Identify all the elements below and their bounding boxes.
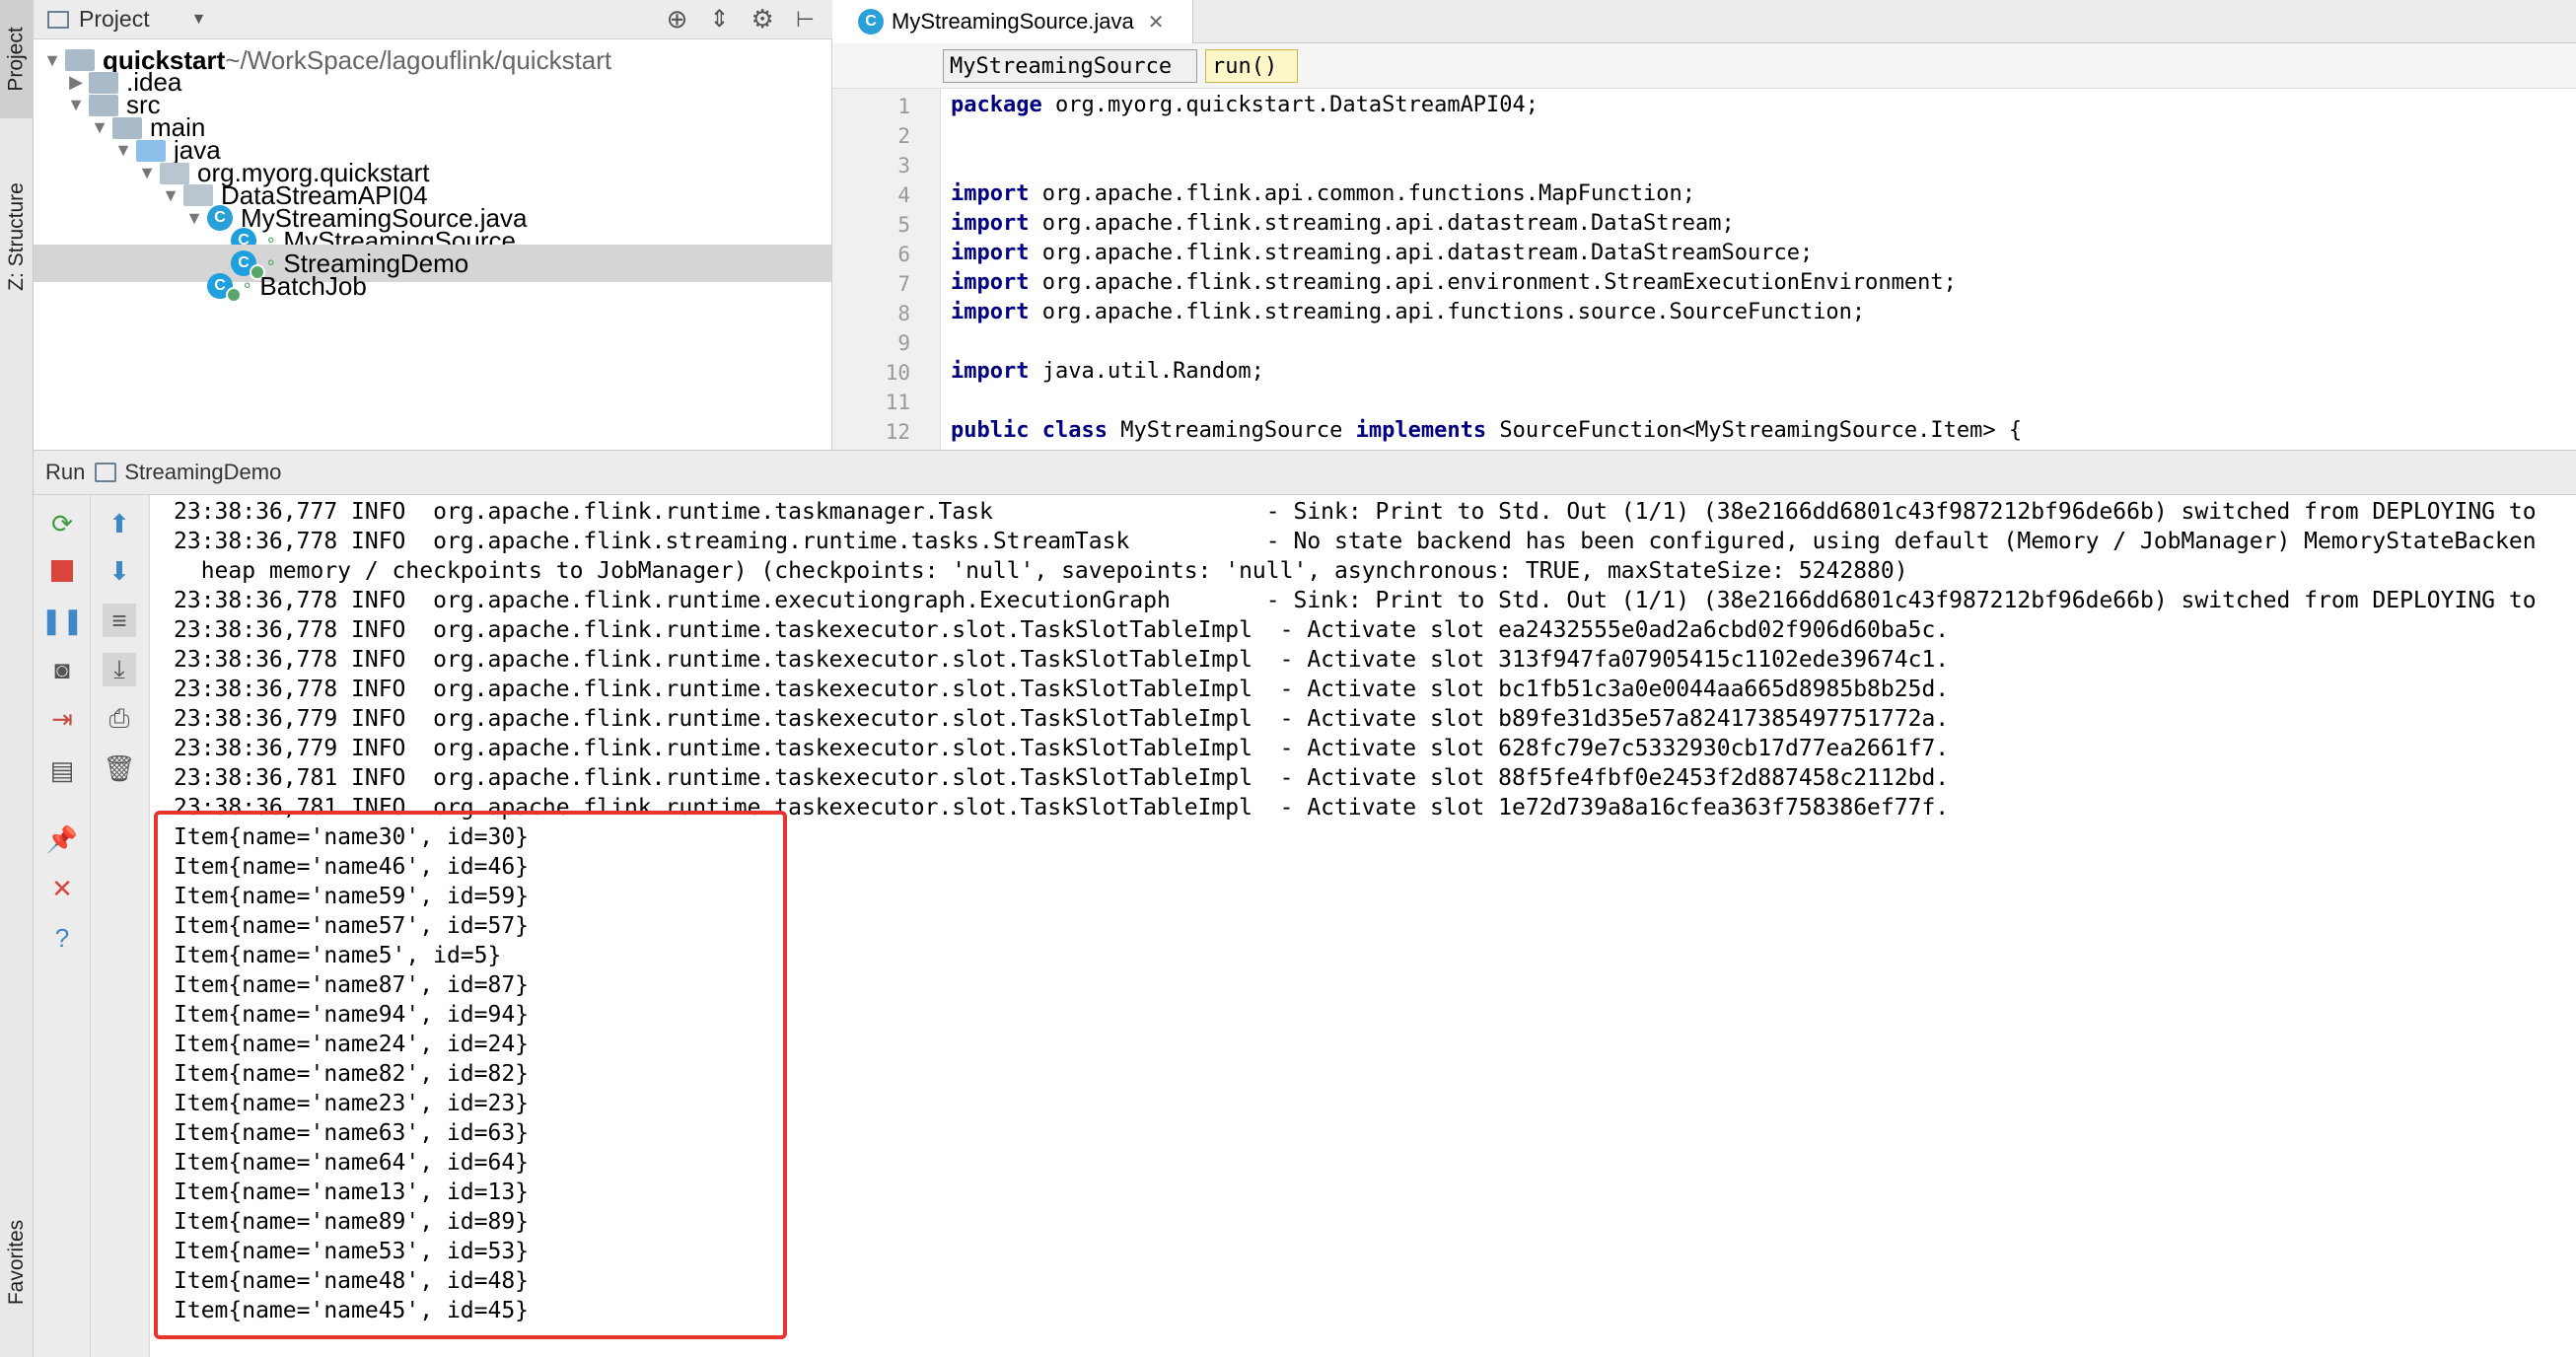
console-log-line: 23:38:36,779 INFO org.apache.flink.runti… — [174, 706, 1950, 732]
project-panel-title[interactable]: Project — [79, 6, 150, 33]
arrow-down-icon[interactable]: ⬇ — [103, 554, 136, 588]
run-panel-header: Run StreamingDemo — [34, 450, 2576, 495]
editor-gutter: 1 2 3 4 5 6 7 8 9 10 11 12 — [832, 89, 941, 450]
editor-tab-bar: C MyStreamingSource.java ✕ — [832, 0, 2576, 43]
breadcrumb-method[interactable]: run() — [1205, 49, 1298, 83]
tab-mystreamingsource-java[interactable]: C MyStreamingSource.java ✕ — [832, 0, 1193, 43]
pin-icon[interactable]: 📌 — [45, 822, 79, 856]
code-keyword: implements — [1355, 418, 1487, 443]
locate-icon[interactable]: ⊕ — [667, 4, 688, 35]
close-icon[interactable]: ✕ — [1148, 10, 1165, 35]
code-line: import org.apache.flink.api.common.funct… — [951, 181, 1695, 206]
tool-tab-project[interactable]: Project — [0, 0, 34, 118]
tab-label: MyStreamingSource.java — [892, 9, 1134, 34]
project-tree: ▼ quickstart ~/WorkSpace/lagouflink/quick… — [34, 39, 832, 450]
console-log-line: 23:38:36,781 INFO org.apache.flink.runti… — [174, 765, 1950, 791]
line-number: 4 — [897, 183, 910, 207]
code-keyword: import — [951, 270, 1030, 295]
line-number: 5 — [897, 213, 910, 237]
line-number: 1 — [897, 95, 910, 118]
gear-icon[interactable]: ⚙ — [751, 4, 774, 35]
line-number: 2 — [897, 124, 910, 148]
project-panel-header: Project ▼ ⊕ ⇕ ⚙ ⊢ — [34, 0, 832, 39]
code-editor[interactable]: package org.myorg.quickstart.DataStreamA… — [941, 89, 2576, 450]
print-icon[interactable]: ⎙ — [103, 702, 136, 736]
line-number: 8 — [897, 302, 910, 325]
line-number: 7 — [897, 272, 910, 296]
code-line: package org.myorg.quickstart.DataStreamA… — [951, 93, 1539, 117]
code-keyword: import — [951, 181, 1030, 206]
run-toolbar-secondary: ⬆ ⬇ ≡ ⤓ ⎙ 🗑 — [91, 495, 150, 1357]
tool-tab-structure[interactable]: Z: Structure — [0, 158, 34, 316]
line-number: 6 — [897, 243, 910, 266]
runnable-badge-icon — [226, 287, 242, 303]
run-config-icon — [95, 463, 117, 482]
line-number: 3 — [897, 154, 910, 178]
layout-icon[interactable]: ▤ — [45, 753, 79, 787]
line-number: 10 — [885, 361, 910, 385]
left-tool-strip: Project Z: Structure Favorites — [0, 0, 34, 1357]
java-class-icon: C — [858, 9, 884, 35]
tree-item-label: BatchJob — [259, 270, 367, 301]
console-log-line: 23:38:36,779 INFO org.apache.flink.runti… — [174, 736, 1950, 761]
run-config-name[interactable]: StreamingDemo — [124, 460, 281, 485]
line-number: 11 — [885, 391, 910, 414]
run-toolbar-primary: ⟳ ❚❚ ◙ ⇥ ▤ 📌 ✕ ? — [34, 495, 91, 1357]
scroll-to-end-icon[interactable]: ⤓ — [103, 653, 136, 686]
line-number: 9 — [897, 331, 910, 355]
console-log-line: 23:38:36,778 INFO org.apache.flink.strea… — [174, 529, 2537, 554]
console-log-line: 23:38:36,778 INFO org.apache.flink.runti… — [174, 617, 1950, 643]
arrow-up-icon[interactable]: ⬆ — [103, 507, 136, 540]
code-keyword: public class — [951, 418, 1108, 443]
code-line: import org.apache.flink.streaming.api.fu… — [951, 300, 1866, 324]
console-log-line: heap memory / checkpoints to JobManager)… — [174, 558, 1908, 584]
chevron-down-icon[interactable]: ▼ — [191, 11, 207, 29]
camera-icon[interactable]: ◙ — [45, 653, 79, 686]
code-line: public class MyStreamingSource implement… — [951, 418, 2023, 443]
hide-panel-icon[interactable]: ⊢ — [796, 7, 815, 33]
tool-tab-favorites[interactable]: Favorites — [0, 1193, 34, 1331]
code-keyword: import — [951, 241, 1030, 265]
console-log-line: 23:38:36,777 INFO org.apache.flink.runti… — [174, 499, 2537, 525]
line-number: 12 — [885, 420, 910, 444]
run-label: Run — [45, 460, 86, 484]
access-modifier-icon: ⚬ — [241, 278, 254, 295]
collapse-all-icon[interactable]: ⇕ — [709, 5, 729, 34]
code-line: import java.util.Random; — [951, 359, 1264, 384]
help-icon[interactable]: ? — [45, 921, 79, 955]
project-view-icon — [47, 10, 69, 29]
code-keyword: package — [951, 93, 1042, 117]
code-keyword: import — [951, 211, 1030, 236]
console-log-line: 23:38:36,778 INFO org.apache.flink.runti… — [174, 677, 1950, 702]
rerun-icon[interactable]: ⟳ — [45, 507, 79, 540]
tree-item[interactable]: C ⚬ BatchJob — [34, 267, 831, 305]
code-keyword: import — [951, 300, 1030, 324]
breadcrumb-class[interactable]: MyStreamingSource — [943, 49, 1197, 83]
class-icon: C — [207, 273, 242, 303]
highlight-annotation — [154, 811, 787, 1339]
close-icon[interactable]: ✕ — [45, 872, 79, 905]
pause-icon[interactable]: ❚❚ — [40, 604, 84, 637]
trash-icon[interactable]: 🗑 — [103, 751, 136, 785]
soft-wrap-icon[interactable]: ≡ — [103, 604, 136, 637]
console-log-line: 23:38:36,778 INFO org.apache.flink.runti… — [174, 588, 2537, 613]
stop-icon[interactable] — [45, 554, 79, 588]
exit-icon[interactable]: ⇥ — [45, 702, 79, 736]
code-line: import org.apache.flink.streaming.api.da… — [951, 241, 1814, 265]
console-log-line: 23:38:36,778 INFO org.apache.flink.runti… — [174, 647, 1950, 673]
code-keyword: import — [951, 359, 1030, 384]
code-line: import org.apache.flink.streaming.api.en… — [951, 270, 1957, 295]
editor-breadcrumb: MyStreamingSource run() — [832, 43, 2576, 89]
code-line: import org.apache.flink.streaming.api.da… — [951, 211, 1735, 236]
